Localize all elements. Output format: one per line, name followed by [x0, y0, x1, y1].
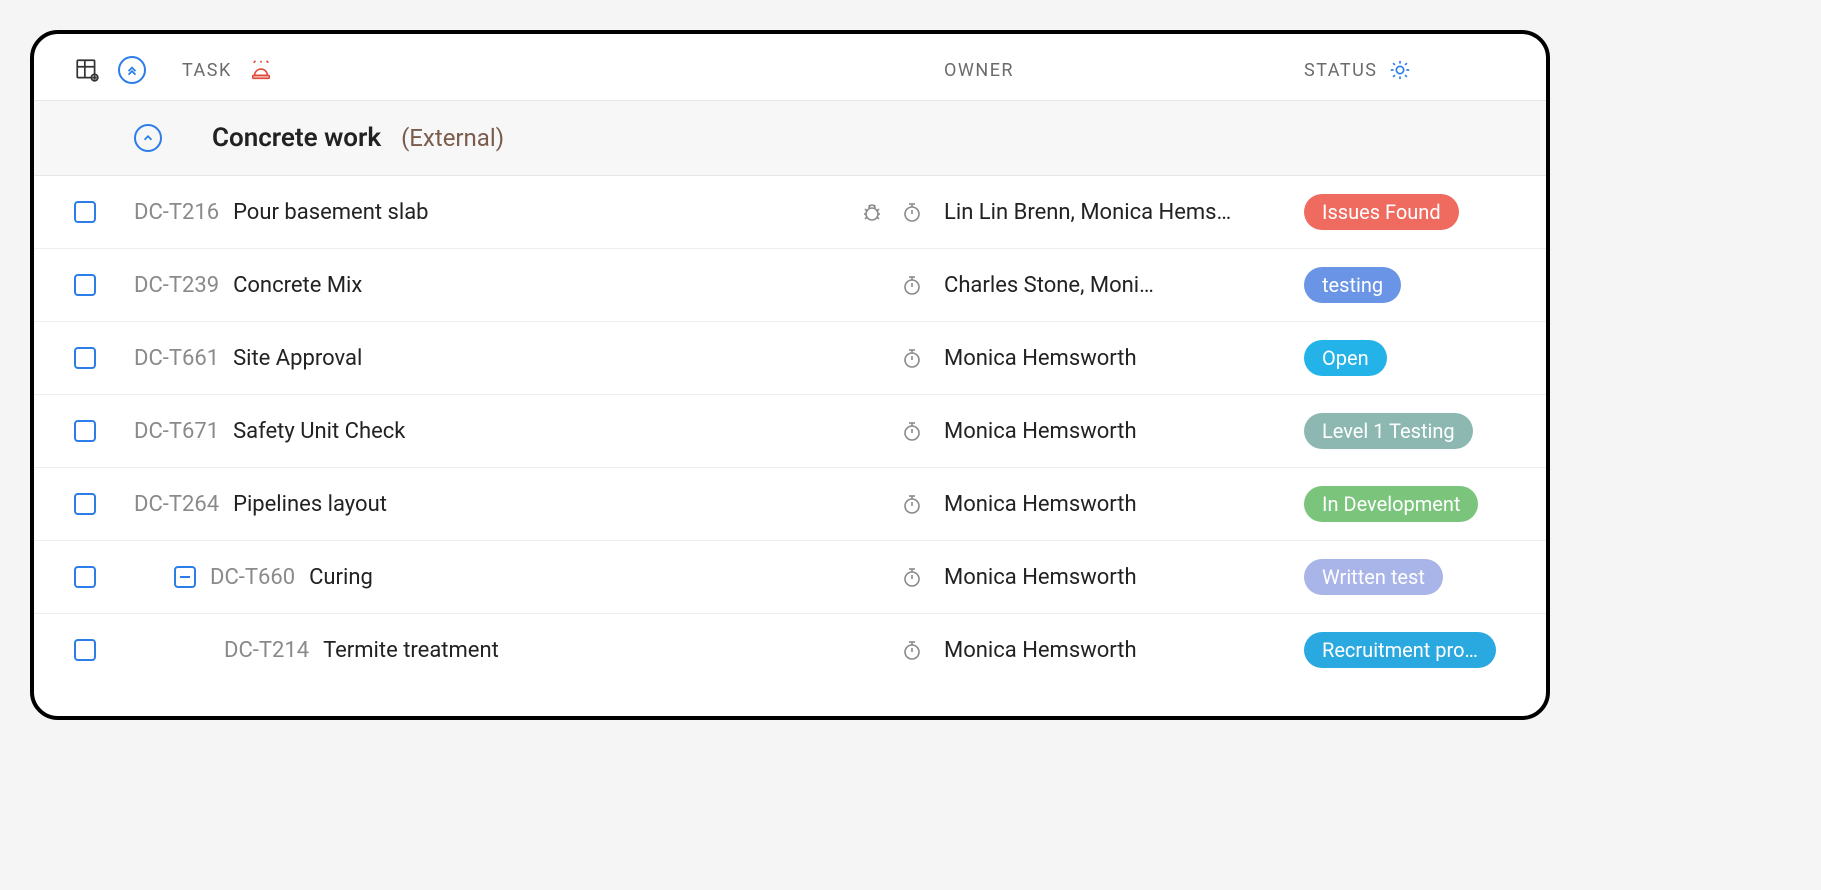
status-settings-icon[interactable] — [1389, 59, 1411, 81]
bug-icon[interactable] — [860, 200, 884, 224]
status-badge[interactable]: Level 1 Testing — [1304, 413, 1473, 449]
task-id: DC-T671 — [134, 419, 219, 444]
timer-icon[interactable] — [900, 638, 924, 662]
task-title: Pipelines layout — [233, 492, 387, 517]
group-subtitle: (External) — [401, 124, 504, 152]
task-id: DC-T661 — [134, 346, 219, 371]
task-row[interactable]: DC-T214 Termite treatment Monica Hemsworth… — [34, 614, 1546, 686]
status-badge[interactable]: Recruitment pro… — [1304, 632, 1496, 668]
timer-icon[interactable] — [900, 200, 924, 224]
status-badge[interactable]: Issues Found — [1304, 194, 1459, 230]
collapse-all-icon[interactable] — [118, 56, 146, 84]
table-settings-icon[interactable] — [74, 57, 100, 83]
task-title: Pour basement slab — [233, 200, 428, 225]
subtask-collapse-toggle[interactable] — [174, 566, 196, 588]
task-id: DC-T214 — [224, 638, 309, 663]
status-badge[interactable]: Written test — [1304, 559, 1443, 595]
task-row[interactable]: DC-T671 Safety Unit Check Monica Hemsworth… — [34, 395, 1546, 468]
task-checkbox[interactable] — [74, 274, 96, 296]
task-id: DC-T264 — [134, 492, 219, 517]
status-badge[interactable]: Open — [1304, 340, 1387, 376]
task-row[interactable]: DC-T216 Pour basement slab Lin Lin Brenn, … — [34, 176, 1546, 249]
group-header-row[interactable]: Concrete work (External) — [34, 101, 1546, 176]
group-title: Concrete work — [212, 123, 381, 153]
task-checkbox[interactable] — [74, 639, 96, 661]
status-badge[interactable]: testing — [1304, 267, 1401, 303]
task-owner: Monica Hemsworth — [944, 346, 1304, 371]
task-checkbox[interactable] — [74, 566, 96, 588]
column-header-row: TASK OWNER STATUS — [34, 34, 1546, 101]
task-row[interactable]: DC-T660 Curing Monica HemsworthWritten tes… — [34, 541, 1546, 614]
task-title: Concrete Mix — [233, 273, 362, 298]
task-id: DC-T660 — [210, 565, 295, 590]
column-header-owner[interactable]: OWNER — [944, 60, 1304, 81]
task-id: DC-T239 — [134, 273, 219, 298]
timer-icon[interactable] — [900, 492, 924, 516]
task-id: DC-T216 — [134, 200, 219, 225]
timer-icon[interactable] — [900, 273, 924, 297]
task-title: Safety Unit Check — [233, 419, 405, 444]
timer-icon[interactable] — [900, 419, 924, 443]
task-owner: Charles Stone, Moni… — [944, 273, 1304, 298]
task-title: Termite treatment — [323, 638, 499, 663]
group-collapse-icon[interactable] — [134, 124, 162, 152]
task-owner: Monica Hemsworth — [944, 638, 1304, 663]
timer-icon[interactable] — [900, 565, 924, 589]
task-checkbox[interactable] — [74, 201, 96, 223]
task-owner: Monica Hemsworth — [944, 492, 1304, 517]
task-owner: Monica Hemsworth — [944, 419, 1304, 444]
task-owner: Monica Hemsworth — [944, 565, 1304, 590]
timer-icon[interactable] — [900, 346, 924, 370]
task-checkbox[interactable] — [74, 493, 96, 515]
task-row[interactable]: DC-T239 Concrete Mix Charles Stone, Moni…t… — [34, 249, 1546, 322]
task-checkbox[interactable] — [74, 347, 96, 369]
task-row[interactable]: DC-T264 Pipelines layout Monica HemsworthI… — [34, 468, 1546, 541]
column-header-status[interactable]: STATUS — [1304, 60, 1377, 81]
status-badge[interactable]: In Development — [1304, 486, 1478, 522]
task-checkbox[interactable] — [74, 420, 96, 442]
task-rows: DC-T216 Pour basement slab Lin Lin Brenn, … — [34, 176, 1546, 686]
task-list-window: TASK OWNER STATUS — [30, 30, 1550, 720]
task-title: Site Approval — [233, 346, 362, 371]
task-owner: Lin Lin Brenn, Monica Hems… — [944, 200, 1304, 225]
alert-icon[interactable] — [250, 59, 272, 81]
task-row[interactable]: DC-T661 Site Approval Monica HemsworthOpen — [34, 322, 1546, 395]
column-header-task[interactable]: TASK — [182, 60, 232, 81]
task-title: Curing — [309, 565, 373, 590]
